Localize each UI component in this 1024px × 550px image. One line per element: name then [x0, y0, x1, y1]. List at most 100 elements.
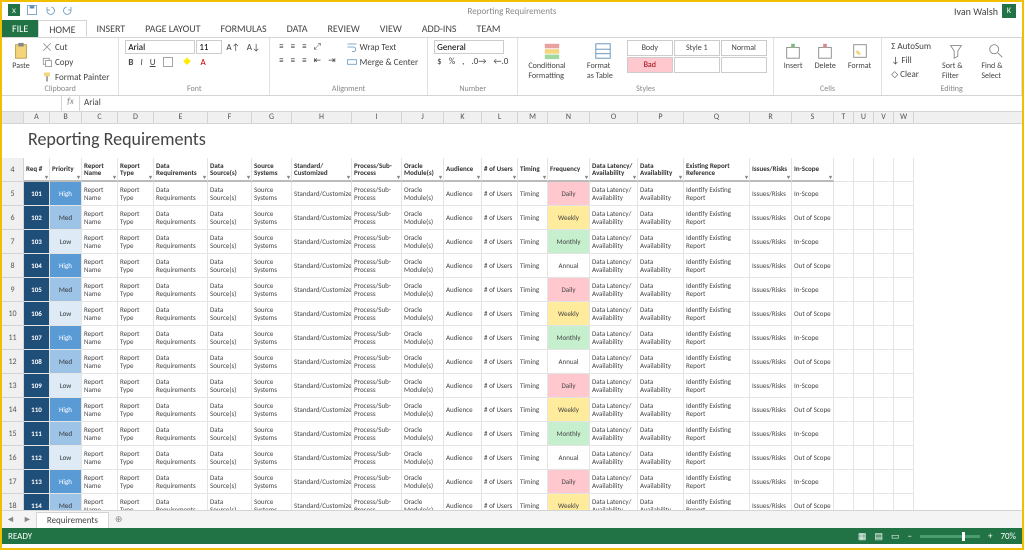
- table-cell[interactable]: High: [50, 398, 82, 422]
- table-cell[interactable]: # of Users: [482, 230, 518, 254]
- table-cell[interactable]: Data Requirements: [154, 182, 208, 206]
- row-header[interactable]: 13: [2, 374, 24, 398]
- table-cell[interactable]: [894, 230, 914, 254]
- row-header[interactable]: 4: [2, 158, 24, 182]
- shrink-font-button[interactable]: A↓: [244, 41, 263, 54]
- table-cell[interactable]: Source Systems: [252, 254, 292, 278]
- table-cell[interactable]: Oracle Module(s): [402, 326, 444, 350]
- table-cell[interactable]: Data Requirements: [154, 446, 208, 470]
- font-name-combo[interactable]: [125, 40, 195, 54]
- table-cell[interactable]: Data Requirements: [154, 374, 208, 398]
- table-cell[interactable]: # of Users: [482, 494, 518, 510]
- table-cell[interactable]: [874, 446, 894, 470]
- table-cell[interactable]: Data Source(s): [208, 254, 252, 278]
- table-cell[interactable]: Data Requirements: [154, 254, 208, 278]
- table-cell[interactable]: 104: [24, 254, 50, 278]
- table-cell[interactable]: Oracle Module(s): [402, 350, 444, 374]
- table-header-cell[interactable]: Existing Report Reference: [684, 158, 750, 182]
- table-cell[interactable]: Standard/Customized: [292, 302, 352, 326]
- table-cell[interactable]: Out of Scope: [792, 446, 834, 470]
- table-cell[interactable]: Source Systems: [252, 446, 292, 470]
- table-cell[interactable]: [894, 326, 914, 350]
- table-cell[interactable]: Timing: [518, 206, 548, 230]
- table-cell[interactable]: Oracle Module(s): [402, 422, 444, 446]
- orientation-button[interactable]: ⤢: [311, 40, 324, 53]
- ribbon-tab-insert[interactable]: INSERT: [87, 20, 136, 37]
- table-header-cell[interactable]: Data Latency/ Availability: [590, 158, 638, 182]
- table-cell[interactable]: Report Type: [118, 446, 154, 470]
- table-cell[interactable]: [854, 326, 874, 350]
- table-cell[interactable]: 114: [24, 494, 50, 510]
- clear-button[interactable]: ◇ Clear: [888, 68, 934, 81]
- sort-filter-button[interactable]: Sort & Filter: [938, 40, 973, 83]
- column-header[interactable]: J: [402, 112, 444, 123]
- table-cell[interactable]: Issues/Risks: [750, 230, 792, 254]
- table-cell[interactable]: Out of Scope: [792, 494, 834, 510]
- table-cell[interactable]: Process/Sub-Process: [352, 374, 402, 398]
- table-cell[interactable]: [874, 326, 894, 350]
- table-cell[interactable]: [894, 422, 914, 446]
- row-header[interactable]: 16: [2, 446, 24, 470]
- table-header-cell[interactable]: In-Scope: [792, 158, 834, 182]
- ribbon-tab-file[interactable]: FILE: [2, 20, 38, 37]
- table-cell[interactable]: [894, 278, 914, 302]
- add-sheet-button[interactable]: ⊕: [109, 514, 129, 525]
- table-cell[interactable]: # of Users: [482, 398, 518, 422]
- sheet-nav-prev[interactable]: ◄: [2, 514, 19, 525]
- column-header[interactable]: O: [590, 112, 638, 123]
- table-cell[interactable]: # of Users: [482, 374, 518, 398]
- table-cell[interactable]: [854, 278, 874, 302]
- table-cell[interactable]: Issues/Risks: [750, 398, 792, 422]
- table-cell[interactable]: [854, 302, 874, 326]
- table-cell[interactable]: Identify Existing Report: [684, 326, 750, 350]
- column-header[interactable]: T: [834, 112, 854, 123]
- paste-button[interactable]: Paste: [8, 40, 34, 73]
- zoom-in-button[interactable]: +: [988, 531, 992, 542]
- table-cell[interactable]: [834, 206, 854, 230]
- column-header[interactable]: U: [854, 112, 874, 123]
- table-cell[interactable]: Audience: [444, 422, 482, 446]
- table-cell[interactable]: High: [50, 182, 82, 206]
- table-cell[interactable]: [834, 350, 854, 374]
- conditional-formatting-button[interactable]: Conditional Formatting: [524, 40, 579, 83]
- table-cell[interactable]: Low: [50, 230, 82, 254]
- style-cell[interactable]: Body: [627, 40, 673, 56]
- table-cell[interactable]: [834, 374, 854, 398]
- table-cell[interactable]: Daily: [548, 182, 590, 206]
- table-header-cell[interactable]: Standard/ Customized: [292, 158, 352, 182]
- table-cell[interactable]: Out of Scope: [792, 350, 834, 374]
- format-painter-button[interactable]: Format Painter: [38, 70, 112, 84]
- row-header[interactable]: 15: [2, 422, 24, 446]
- sheet-nav-next[interactable]: ►: [19, 514, 36, 525]
- table-cell[interactable]: [874, 158, 894, 182]
- column-header[interactable]: K: [444, 112, 482, 123]
- table-cell[interactable]: 107: [24, 326, 50, 350]
- table-cell[interactable]: Weekly: [548, 302, 590, 326]
- table-cell[interactable]: Source Systems: [252, 302, 292, 326]
- table-cell[interactable]: Med: [50, 278, 82, 302]
- row-header[interactable]: 10: [2, 302, 24, 326]
- table-cell[interactable]: Identify Existing Report: [684, 470, 750, 494]
- table-cell[interactable]: Report Name: [82, 326, 118, 350]
- table-cell[interactable]: Source Systems: [252, 398, 292, 422]
- table-cell[interactable]: [894, 302, 914, 326]
- table-header-cell[interactable]: Req #: [24, 158, 50, 182]
- user-name[interactable]: Ivan Walsh: [954, 5, 998, 18]
- column-header[interactable]: B: [50, 112, 82, 123]
- table-cell[interactable]: Monthly: [548, 230, 590, 254]
- table-cell[interactable]: Report Name: [82, 398, 118, 422]
- table-cell[interactable]: Oracle Module(s): [402, 470, 444, 494]
- table-cell[interactable]: [854, 494, 874, 510]
- table-cell[interactable]: Audience: [444, 470, 482, 494]
- ribbon-tab-review[interactable]: REVIEW: [317, 20, 369, 37]
- column-header[interactable]: A: [24, 112, 50, 123]
- autosum-button[interactable]: Σ AutoSum: [888, 40, 934, 53]
- table-cell[interactable]: Report Type: [118, 494, 154, 510]
- indent-decrease-button[interactable]: ⇤: [311, 54, 325, 67]
- table-cell[interactable]: Report Type: [118, 326, 154, 350]
- table-cell[interactable]: Data Source(s): [208, 230, 252, 254]
- zoom-out-button[interactable]: −: [907, 531, 911, 542]
- table-cell[interactable]: Med: [50, 350, 82, 374]
- table-cell[interactable]: Identify Existing Report: [684, 230, 750, 254]
- table-cell[interactable]: Identify Existing Report: [684, 182, 750, 206]
